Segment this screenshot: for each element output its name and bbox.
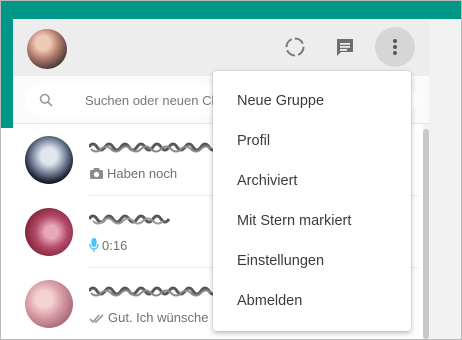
menu-item-mit-stern-markiert[interactable]: Mit Stern markiert bbox=[213, 201, 411, 241]
overflow-menu: Neue Gruppe Profil Archiviert Mit Stern … bbox=[213, 71, 411, 331]
app-window: Haben noch 0:16 bbox=[0, 0, 462, 340]
contact-avatar bbox=[25, 208, 73, 256]
contact-avatar bbox=[25, 280, 73, 328]
preview-text: Gut. Ich wünsche bbox=[108, 310, 209, 325]
message-preview: Haben noch bbox=[89, 166, 177, 183]
preview-text: Haben noch bbox=[107, 166, 178, 181]
message-preview: Gut. Ich wünsche bbox=[89, 310, 208, 327]
camera-icon bbox=[89, 167, 104, 183]
message-preview: 0:16 bbox=[89, 238, 127, 255]
profile-avatar[interactable] bbox=[27, 29, 67, 69]
microphone-icon bbox=[89, 238, 99, 255]
more-vertical-icon bbox=[393, 39, 397, 55]
scrollbar-thumb[interactable] bbox=[423, 129, 429, 339]
double-check-icon bbox=[89, 312, 105, 327]
contact-name-redacted bbox=[89, 284, 219, 298]
menu-item-einstellungen[interactable]: Einstellungen bbox=[213, 241, 411, 281]
contact-name-redacted bbox=[89, 212, 219, 226]
new-chat-icon[interactable] bbox=[333, 35, 357, 59]
menu-item-archiviert[interactable]: Archiviert bbox=[213, 161, 411, 201]
sidebar-header bbox=[13, 19, 429, 76]
menu-item-abmelden[interactable]: Abmelden bbox=[213, 281, 411, 321]
menu-button[interactable] bbox=[375, 27, 415, 67]
contact-avatar bbox=[25, 136, 73, 184]
menu-item-profil[interactable]: Profil bbox=[213, 121, 411, 161]
preview-text: 0:16 bbox=[102, 238, 128, 253]
menu-item-neue-gruppe[interactable]: Neue Gruppe bbox=[213, 81, 411, 121]
search-icon bbox=[39, 93, 53, 107]
status-ring-icon[interactable] bbox=[283, 35, 307, 59]
contact-name-redacted bbox=[89, 140, 219, 154]
